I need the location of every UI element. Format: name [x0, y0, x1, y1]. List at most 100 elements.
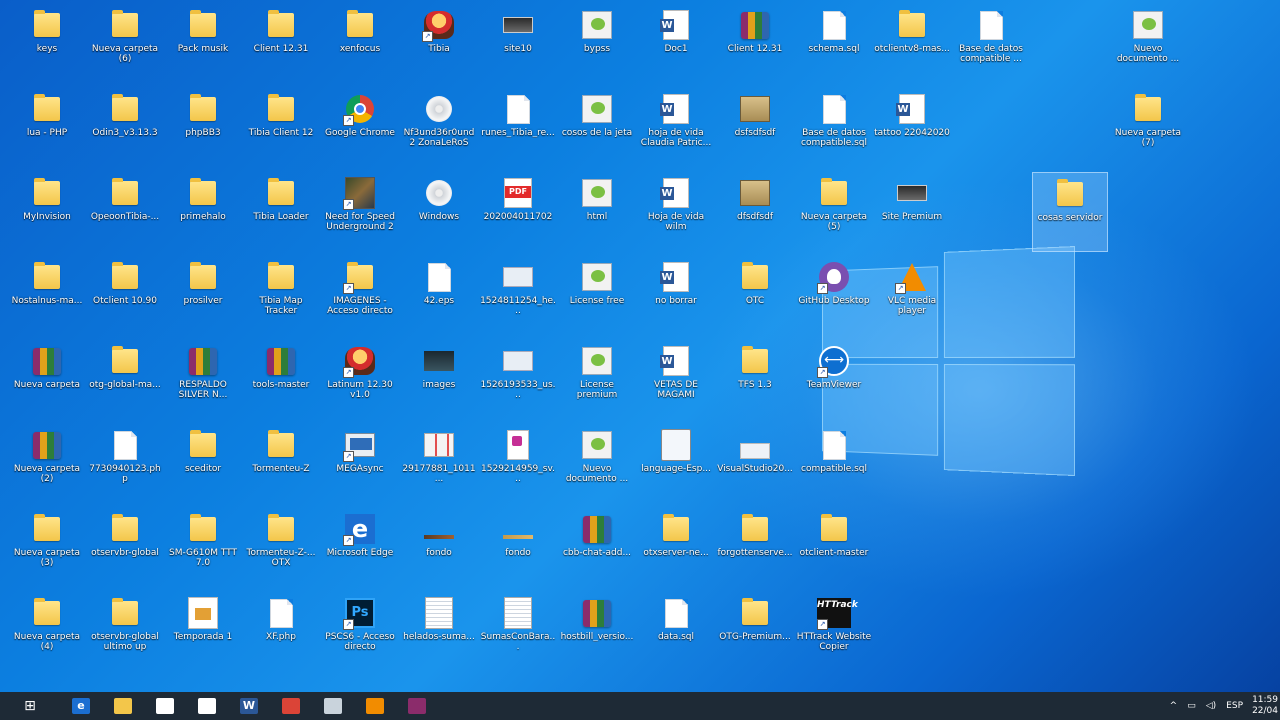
desktop-icon[interactable]: tools-master: [243, 340, 319, 420]
desktop-icon[interactable]: phpBB3: [165, 88, 241, 168]
desktop-icon[interactable]: Hoja de vida wilm: [638, 172, 714, 252]
desktop-icon[interactable]: XF.php: [243, 592, 319, 672]
desktop-icon[interactable]: Windows: [401, 172, 477, 252]
desktop-icon[interactable]: ↗ Google Chrome: [322, 88, 398, 168]
desktop-icon[interactable]: site10: [480, 4, 556, 84]
desktop-icon[interactable]: RESPALDO SILVER N...: [165, 340, 241, 420]
desktop-icon[interactable]: ↗ Need for Speed Underground 2: [322, 172, 398, 252]
desktop-icon[interactable]: otservbr-global: [87, 508, 163, 588]
desktop-icon[interactable]: fondo: [401, 508, 477, 588]
desktop-icon[interactable]: SumasConBara...: [480, 592, 556, 672]
desktop-icon[interactable]: Nueva carpeta (2): [9, 424, 85, 504]
desktop-icon[interactable]: Nf3und36r0und2 ZonaLeRoS: [401, 88, 477, 168]
desktop-icon[interactable]: images: [401, 340, 477, 420]
desktop-icon[interactable]: Tibia Map Tracker: [243, 256, 319, 336]
desktop-icon[interactable]: VisualStudio20...: [717, 424, 793, 504]
edge-taskbar-icon[interactable]: e: [60, 692, 102, 720]
desktop-icon[interactable]: lua - PHP: [9, 88, 85, 168]
desktop[interactable]: keys Nueva carpeta (6) Pack musik Client 12…: [0, 0, 1280, 692]
desktop-icon[interactable]: 1526193533_us...: [480, 340, 556, 420]
desktop-icon[interactable]: keys: [9, 4, 85, 84]
desktop-icon[interactable]: schema.sql: [796, 4, 872, 84]
desktop-icon[interactable]: TFS 1.3: [717, 340, 793, 420]
notepad-icon[interactable]: [312, 692, 354, 720]
desktop-icon[interactable]: e ↗ Microsoft Edge: [322, 508, 398, 588]
desktop-icon[interactable]: Tormenteu-Z: [243, 424, 319, 504]
desktop-icon[interactable]: Nostalnus-ma...: [9, 256, 85, 336]
desktop-icon[interactable]: otclientv8-mas...: [874, 4, 950, 84]
language-indicator[interactable]: ESP: [1226, 701, 1243, 711]
desktop-icon[interactable]: 7730940123.php: [87, 424, 163, 504]
desktop-icon[interactable]: language-Esp...: [638, 424, 714, 504]
desktop-icon[interactable]: Otclient 10.90: [87, 256, 163, 336]
desktop-icon[interactable]: runes_Tibia_re...: [480, 88, 556, 168]
desktop-icon[interactable]: cosos de la jeta: [559, 88, 635, 168]
desktop-icon[interactable]: bypss: [559, 4, 635, 84]
desktop-icon[interactable]: Doc1: [638, 4, 714, 84]
desktop-icon[interactable]: hostbill_versio...: [559, 592, 635, 672]
desktop-icon[interactable]: 1529214959_sv...: [480, 424, 556, 504]
desktop-icon[interactable]: helados-suma...: [401, 592, 477, 672]
desktop-icon[interactable]: Odin3_v3.13.3: [87, 88, 163, 168]
desktop-icon[interactable]: otclient-master: [796, 508, 872, 588]
desktop-icon[interactable]: ↗ Latinum 12.30 v1.0: [322, 340, 398, 420]
desktop-icon[interactable]: Nuevo documento ...: [559, 424, 635, 504]
desktop-icon[interactable]: dsfsdfsdf: [717, 88, 793, 168]
desktop-icon[interactable]: HTTrack ↗ HTTrack Website Copier: [796, 592, 872, 672]
desktop-icon[interactable]: ↗ IMAGENES - Acceso directo: [322, 256, 398, 336]
desktop-icon[interactable]: Nueva carpeta (3): [9, 508, 85, 588]
word-taskbar-icon[interactable]: W: [228, 692, 270, 720]
desktop-icon[interactable]: Ps ↗ PSCS6 - Acceso directo: [322, 592, 398, 672]
desktop-icon[interactable]: cosas servidor: [1032, 172, 1108, 252]
desktop-icon[interactable]: Base de datos compatible.sql: [796, 88, 872, 168]
desktop-icon[interactable]: Site Premium: [874, 172, 950, 252]
desktop-icon[interactable]: data.sql: [638, 592, 714, 672]
show-hidden-icons-chevron[interactable]: ^: [1170, 701, 1178, 711]
desktop-icon[interactable]: Temporada 1: [165, 592, 241, 672]
desktop-icon[interactable]: Nueva carpeta (7): [1110, 88, 1186, 168]
desktop-icon[interactable]: forgottenserve...: [717, 508, 793, 588]
mail-icon[interactable]: ✉: [186, 692, 228, 720]
desktop-icon[interactable]: OTG-Premium...: [717, 592, 793, 672]
desktop-icon[interactable]: Base de datos compatible ...: [953, 4, 1029, 84]
desktop-icon[interactable]: Nuevo documento ...: [1110, 4, 1186, 84]
chrome-taskbar-icon[interactable]: [270, 692, 312, 720]
desktop-icon[interactable]: otservbr-global ultimo up: [87, 592, 163, 672]
file-explorer-icon[interactable]: [102, 692, 144, 720]
volume-icon[interactable]: ◁): [1206, 701, 1216, 711]
desktop-icon[interactable]: ↗ VLC media player: [874, 256, 950, 336]
desktop-icon[interactable]: 1524811254_he...: [480, 256, 556, 336]
clock[interactable]: 11:59 22/04: [1248, 695, 1280, 717]
desktop-icon[interactable]: Nueva carpeta: [9, 340, 85, 420]
desktop-icon[interactable]: tattoo 22042020: [874, 88, 950, 168]
desktop-icon[interactable]: Nueva carpeta (6): [87, 4, 163, 84]
desktop-icon[interactable]: ↗ Tibia: [401, 4, 477, 84]
desktop-icon[interactable]: fondo: [480, 508, 556, 588]
network-icon[interactable]: ▭: [1187, 701, 1196, 711]
winrar-taskbar-icon[interactable]: [396, 692, 438, 720]
desktop-icon[interactable]: html: [559, 172, 635, 252]
desktop-icon[interactable]: cbb-chat-add...: [559, 508, 635, 588]
desktop-icon[interactable]: compatible.sql: [796, 424, 872, 504]
desktop-icon[interactable]: License premium: [559, 340, 635, 420]
desktop-icon[interactable]: primehalo: [165, 172, 241, 252]
task-view-icon[interactable]: ⊞: [0, 692, 60, 720]
desktop-icon[interactable]: Nueva carpeta (5): [796, 172, 872, 252]
desktop-icon[interactable]: VETAS DE MAGAMI: [638, 340, 714, 420]
desktop-icon[interactable]: 42.eps: [401, 256, 477, 336]
desktop-icon[interactable]: hoja de vida Claudia Patric...: [638, 88, 714, 168]
desktop-icon[interactable]: otg-global-ma...: [87, 340, 163, 420]
desktop-icon[interactable]: dfsdfsdf: [717, 172, 793, 252]
desktop-icon[interactable]: Client 12.31: [243, 4, 319, 84]
desktop-icon[interactable]: prosilver: [165, 256, 241, 336]
desktop-icon[interactable]: otxserver-ne...: [638, 508, 714, 588]
desktop-icon[interactable]: License free: [559, 256, 635, 336]
desktop-icon[interactable]: Pack musik: [165, 4, 241, 84]
desktop-icon[interactable]: Tibia Client 12: [243, 88, 319, 168]
desktop-icon[interactable]: xenfocus: [322, 4, 398, 84]
desktop-icon[interactable]: OpeoonTibia-...: [87, 172, 163, 252]
desktop-icon[interactable]: MyInvision: [9, 172, 85, 252]
desktop-icon[interactable]: ↗ GitHub Desktop: [796, 256, 872, 336]
desktop-icon[interactable]: ↗ TeamViewer: [796, 340, 872, 420]
desktop-icon[interactable]: sceditor: [165, 424, 241, 504]
